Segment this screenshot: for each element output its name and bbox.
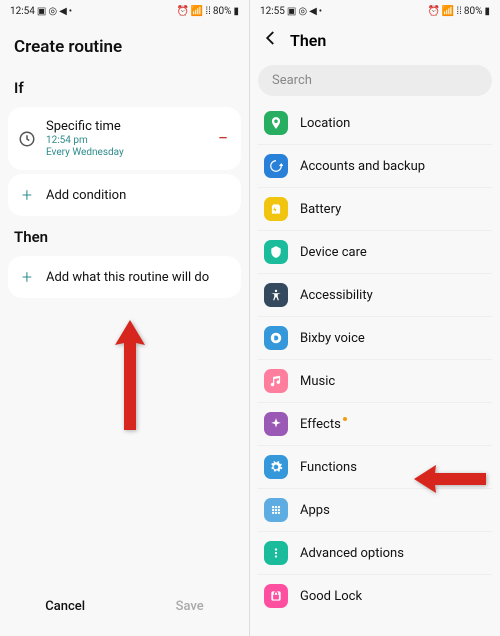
annotation-arrow-up	[110, 315, 150, 439]
add-condition-button[interactable]: + Add condition	[8, 174, 241, 216]
list-item-good-lock[interactable]: Good Lock	[258, 574, 492, 617]
list-item-label: Effects	[300, 417, 347, 432]
condition-specific-time[interactable]: Specific time 12:54 pm Every Wednesday −	[8, 107, 241, 170]
advanced-options-icon	[264, 541, 288, 565]
list-item-location[interactable]: Location	[258, 102, 492, 144]
status-time: 12:54	[10, 6, 35, 17]
header-title: Then	[290, 31, 326, 50]
condition-time: 12:54 pm	[46, 134, 205, 147]
add-action-label: Add what this routine will do	[46, 270, 209, 285]
location-icon	[264, 111, 288, 135]
list-item-advanced-options[interactable]: Advanced options	[258, 531, 492, 574]
battery-icon: ▮	[484, 6, 490, 17]
apps-icon	[264, 498, 288, 522]
list-item-label: Functions	[300, 460, 357, 475]
signal-icon: ⁞⁞	[205, 6, 211, 17]
action-list: Location Accounts and backup Battery Device…	[250, 102, 500, 617]
list-item-music[interactable]: Music	[258, 359, 492, 402]
list-item-accounts-and-backup[interactable]: Accounts and backup	[258, 144, 492, 187]
header: Then	[250, 19, 500, 61]
list-item-apps[interactable]: Apps	[258, 488, 492, 531]
alarm-icon: ⏰	[176, 6, 188, 17]
accounts-and-backup-icon	[264, 154, 288, 178]
back-button[interactable]	[262, 29, 280, 51]
save-button[interactable]: Save	[176, 599, 204, 614]
list-item-accessibility[interactable]: Accessibility	[258, 273, 492, 316]
list-item-label: Location	[300, 116, 350, 131]
plus-icon: +	[18, 186, 36, 204]
list-item-battery[interactable]: Battery	[258, 187, 492, 230]
bottom-bar: Cancel Save	[0, 583, 249, 636]
accessibility-icon	[264, 283, 288, 307]
good-lock-icon	[264, 584, 288, 608]
cancel-button[interactable]: Cancel	[45, 599, 85, 614]
list-item-functions[interactable]: Functions	[258, 445, 492, 488]
status-time: 12:55	[260, 6, 285, 17]
notification-dot	[343, 417, 347, 421]
list-item-label: Accounts and backup	[300, 159, 425, 174]
wifi-icon: 📶	[191, 6, 203, 17]
device-care-icon	[264, 240, 288, 264]
condition-title: Specific time	[46, 119, 205, 134]
battery-text: 80%	[213, 6, 232, 17]
list-item-device-care[interactable]: Device care	[258, 230, 492, 273]
instagram-icon: ◎	[48, 6, 57, 17]
list-item-label: Device care	[300, 245, 367, 260]
list-item-label: Bixby voice	[300, 331, 365, 346]
effects-icon	[264, 412, 288, 436]
list-item-effects[interactable]: Effects	[258, 402, 492, 445]
telegram-icon: ◀	[59, 6, 67, 17]
list-item-label: Music	[300, 374, 335, 389]
then-label: Then	[0, 220, 249, 252]
list-item-bixby-voice[interactable]: Bixby voice	[258, 316, 492, 359]
bixby-voice-icon	[264, 326, 288, 350]
clock-icon	[18, 130, 36, 148]
camera-icon: ▣	[287, 6, 296, 17]
status-bar: 12:55 ▣ ◎ ◀ • ⏰ 📶 ⁞⁞ 80% ▮	[250, 0, 500, 19]
camera-icon: ▣	[37, 6, 46, 17]
page-title: Create routine	[0, 19, 249, 71]
status-bar: 12:54 ▣ ◎ ◀ • ⏰ 📶 ⁞⁞ 80% ▮	[0, 0, 249, 19]
telegram-icon: ◀	[309, 6, 317, 17]
wifi-icon: 📶	[442, 6, 454, 17]
battery-icon: ▮	[233, 6, 239, 17]
add-action-button[interactable]: + Add what this routine will do	[8, 256, 241, 298]
instagram-icon: ◎	[298, 6, 307, 17]
right-pane: 12:55 ▣ ◎ ◀ • ⏰ 📶 ⁞⁞ 80% ▮ Then Search L…	[250, 0, 500, 636]
list-item-label: Battery	[300, 202, 341, 217]
list-item-label: Good Lock	[300, 589, 362, 604]
signal-icon: ⁞⁞	[456, 6, 462, 17]
list-item-label: Apps	[300, 503, 330, 518]
plus-icon: +	[18, 268, 36, 286]
search-input[interactable]: Search	[258, 65, 492, 96]
list-item-label: Accessibility	[300, 288, 373, 303]
list-item-label: Advanced options	[300, 546, 404, 561]
more-icon: •	[69, 6, 72, 17]
left-pane: 12:54 ▣ ◎ ◀ • ⏰ 📶 ⁞⁞ 80% ▮ Create routin…	[0, 0, 250, 636]
if-label: If	[0, 71, 249, 103]
battery-icon	[264, 197, 288, 221]
alarm-icon: ⏰	[427, 6, 439, 17]
add-condition-label: Add condition	[46, 188, 126, 203]
condition-repeat: Every Wednesday	[46, 147, 205, 158]
functions-icon	[264, 455, 288, 479]
battery-text: 80%	[464, 6, 483, 17]
music-icon	[264, 369, 288, 393]
more-icon: •	[319, 6, 322, 17]
remove-condition-button[interactable]: −	[215, 128, 231, 149]
